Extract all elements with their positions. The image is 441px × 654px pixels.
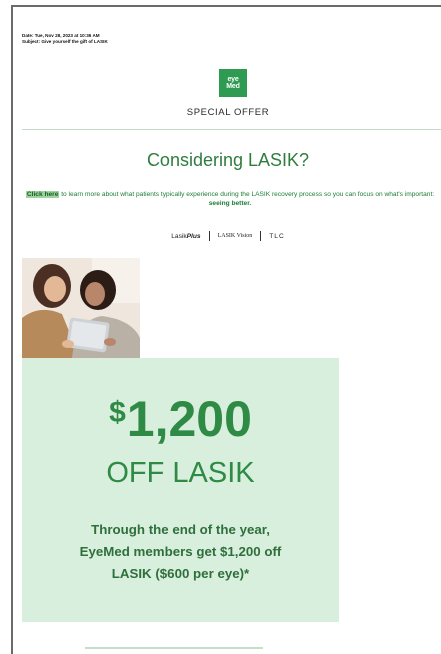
click-here-link[interactable]: Click here	[25, 191, 60, 198]
partner-logos: LasikPlus LASIK Vision TLC	[13, 231, 441, 241]
intro-emphasis: seeing better.	[208, 200, 252, 207]
offer-off-label: OFF LASIK	[106, 457, 255, 489]
lasikplus-text: Lasik	[171, 232, 187, 240]
lasikplus-logo[interactable]: LasikPlus	[171, 233, 200, 240]
currency-symbol: $	[109, 396, 126, 429]
intro-paragraph: Click here to learn more about what pati…	[25, 190, 435, 208]
separator	[208, 231, 210, 241]
offer-detail-line: LASIK ($600 per eye)*	[111, 566, 250, 581]
offer-price: $1,200	[22, 385, 339, 447]
offer-panel: $1,200 OFF LASIK Through the end of the …	[22, 358, 339, 622]
logo-line1: eye	[227, 76, 239, 83]
offer-detail-line: Through the end of the year,	[91, 522, 270, 537]
email-header: Date: Tue, Nov 28, 2023 at 10:36 AM Subj…	[22, 33, 108, 45]
eyemed-logo[interactable]: eye Med	[219, 69, 247, 97]
separator	[260, 231, 262, 241]
photo-illustration	[22, 258, 140, 358]
email-subject: Subject: Give yourself the gift of LASIK	[22, 39, 108, 44]
lasikplus-plus: Plus	[186, 232, 201, 240]
email-body: Date: Tue, Nov 28, 2023 at 10:36 AM Subj…	[11, 5, 441, 654]
divider	[22, 129, 441, 130]
offer-details: Through the end of the year, EyeMed memb…	[52, 519, 309, 585]
cta-button-top-edge[interactable]	[85, 647, 263, 649]
lasik-vision-logo[interactable]: LASIK Vision	[218, 233, 253, 239]
logo-line2: Med	[226, 83, 240, 90]
offer-amount: 1,200	[126, 391, 252, 447]
headline: Considering LASIK?	[146, 150, 310, 170]
offer-detail-line: EyeMed members get $1,200 off	[79, 544, 282, 559]
special-offer-label: SPECIAL OFFER	[186, 107, 270, 118]
women-tablet-photo	[22, 258, 140, 358]
tlc-logo[interactable]: TLC	[269, 233, 284, 240]
intro-text: to learn more about what patients typica…	[59, 191, 435, 198]
